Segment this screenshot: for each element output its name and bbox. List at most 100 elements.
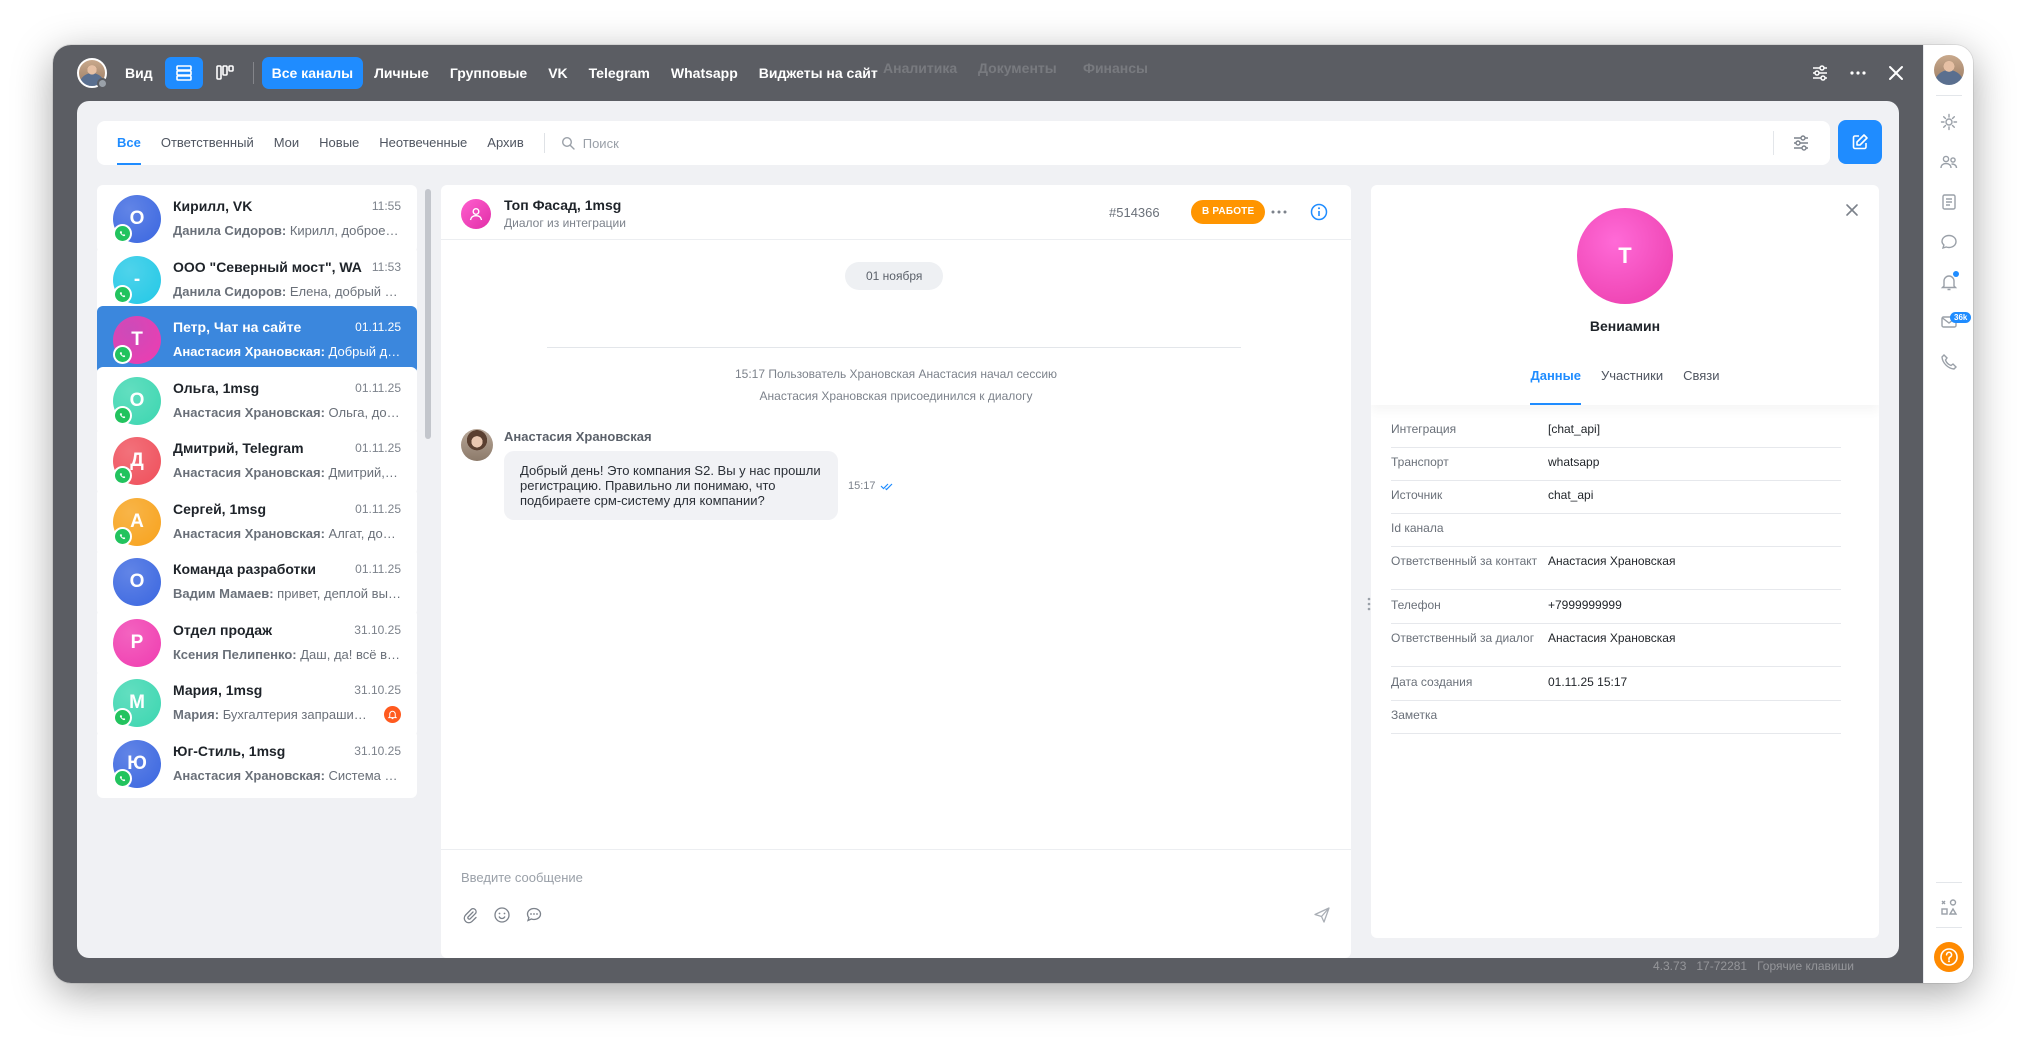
- user-avatar[interactable]: [77, 58, 108, 89]
- users-icon[interactable]: [1939, 152, 1959, 172]
- gear-icon[interactable]: [1939, 112, 1959, 132]
- contact-field-row[interactable]: Заметка: [1391, 708, 1841, 734]
- conversation-subtitle: Диалог из интеграции: [504, 216, 626, 230]
- quick-reply-icon[interactable]: [525, 906, 543, 924]
- chat-list-item[interactable]: - ООО "Северный мост", WA 11:53 Данила Сидо…: [97, 245, 417, 314]
- chat-icon[interactable]: [1939, 232, 1959, 252]
- chat-list-item[interactable]: Р Отдел продаж 31.10.25 Ксения Пелипенко: Д…: [97, 608, 417, 677]
- help-button[interactable]: [1934, 942, 1964, 972]
- chat-name: Петр, Чат на сайте: [173, 319, 302, 335]
- new-dialog-button[interactable]: [1838, 120, 1882, 164]
- info-icon[interactable]: [1309, 202, 1329, 222]
- contact-field-row[interactable]: Интеграция [chat_api]: [1391, 422, 1841, 448]
- field-value: +7999999999: [1548, 598, 1622, 612]
- chat-list-item[interactable]: О Команда разработки 01.11.25 Вадим Мамаев:…: [97, 548, 417, 616]
- chat-panel: Все Ответственный Мои Новые Неотвеченные…: [77, 101, 1899, 958]
- attach-icon[interactable]: [461, 906, 479, 924]
- filter-tab-mine[interactable]: Мои: [274, 121, 299, 165]
- tab-group[interactable]: Групповые: [440, 57, 537, 89]
- divider: [1773, 131, 1774, 155]
- chat-preview-author: Данила Сидоров:: [173, 223, 287, 238]
- contact-field-row[interactable]: Ответственный за диалог Анастасия Храновс…: [1391, 631, 1841, 667]
- chat-list-item[interactable]: М Мария, 1msg 31.10.25 Мария: Бухгалтерия з…: [97, 669, 417, 737]
- chat-list-item[interactable]: Ю Юг-Стиль, 1msg 31.10.25 Анастасия Храновс…: [97, 729, 417, 798]
- message-author-avatar: [461, 429, 493, 461]
- chat-preview: Ксения Пелипенко: Даш, да! всё в порядке: [173, 647, 401, 662]
- tab-participants[interactable]: Участники: [1601, 367, 1663, 405]
- document-icon[interactable]: [1939, 192, 1959, 212]
- apps-icon[interactable]: [1939, 897, 1959, 917]
- contact-field-row[interactable]: Источник chat_api: [1391, 488, 1841, 514]
- chat-preview-text: Система приняла: [328, 767, 401, 783]
- whatsapp-icon: [113, 345, 132, 364]
- chat-preview-text: Добрый день: [324, 344, 401, 359]
- tab-site-widgets[interactable]: Виджеты на сайт: [749, 57, 888, 89]
- divider: [1936, 927, 1962, 928]
- contact-field-row[interactable]: Ответственный за контакт Анастасия Хранов…: [1391, 554, 1841, 590]
- chat-list-item[interactable]: О Ольга, 1msg 01.11.25 Анастасия Храновская…: [97, 366, 417, 435]
- tab-links[interactable]: Связи: [1683, 367, 1719, 405]
- chat-list-item[interactable]: Т Петр, Чат на сайте 01.11.25 Анастасия Хра…: [97, 306, 417, 374]
- chat-list-scrollbar[interactable]: [425, 189, 431, 439]
- dialog-id: #514366: [1109, 205, 1160, 220]
- more-button[interactable]: [1839, 54, 1877, 92]
- field-label: Источник: [1391, 488, 1443, 502]
- field-value: whatsapp: [1548, 455, 1600, 469]
- chat-list-item[interactable]: О Кирилл, VK 11:55 Данила Сидоров: Кирилл, …: [97, 185, 417, 253]
- build-text: 17-72281: [1696, 959, 1748, 973]
- tab-telegram[interactable]: Telegram: [579, 57, 660, 89]
- status-badge[interactable]: В РАБОТЕ: [1191, 200, 1266, 224]
- whatsapp-icon: [113, 224, 132, 243]
- message-composer: Введите сообщение: [441, 849, 1351, 958]
- kanban-view-button[interactable]: [207, 57, 245, 89]
- whatsapp-icon: [113, 405, 132, 425]
- chat-list-item[interactable]: А Сергей, 1msg 01.11.25 Анастасия Храновска…: [97, 487, 417, 556]
- double-check-icon: [880, 483, 892, 491]
- tab-data[interactable]: Данные: [1530, 367, 1581, 405]
- list-view-button[interactable]: [164, 57, 203, 89]
- chat-name: Ольга, 1msg: [173, 379, 260, 396]
- filter-tab-responsible[interactable]: Ответственный: [161, 121, 254, 165]
- status-indicator: [97, 78, 108, 89]
- filter-sliders-icon[interactable]: [1792, 134, 1810, 152]
- chat-preview-author: Мария:: [173, 707, 220, 722]
- message-input[interactable]: Введите сообщение: [461, 870, 583, 885]
- filter-tab-all[interactable]: Все: [117, 121, 141, 165]
- chat-preview-author: Вадим Мамаев:: [173, 586, 274, 601]
- chat-time: 01.11.25: [355, 501, 401, 516]
- chat-name: Юг-Стиль, 1msg: [173, 742, 286, 759]
- close-button[interactable]: [1877, 54, 1915, 92]
- chat-preview-text: Алгат, добрый день: [328, 525, 401, 541]
- rail-user-avatar[interactable]: [1934, 55, 1964, 85]
- tab-whatsapp[interactable]: Whatsapp: [661, 57, 748, 89]
- phone-icon[interactable]: [1939, 352, 1959, 372]
- contact-field-row[interactable]: Телефон +7999999999: [1391, 598, 1841, 624]
- field-value: Анастасия Храновская: [1548, 631, 1676, 645]
- filter-tab-unanswered[interactable]: Неотвеченные: [379, 121, 467, 165]
- message-time-text: 15:17: [848, 480, 876, 492]
- search-input[interactable]: Поиск: [561, 136, 619, 151]
- settings-sliders-button[interactable]: [1801, 54, 1839, 92]
- chat-name: Отдел продаж: [173, 621, 272, 638]
- send-icon[interactable]: [1313, 906, 1331, 924]
- contact-field-row[interactable]: Id канала: [1391, 521, 1841, 547]
- divider: [1936, 95, 1962, 96]
- chat-preview: Мария: Бухгалтерия запрашивает: [173, 707, 373, 722]
- more-dots-icon[interactable]: [1269, 202, 1289, 222]
- contact-field-row[interactable]: Дата создания 01.11.25 15:17: [1391, 675, 1841, 701]
- tab-vk[interactable]: VK: [538, 57, 577, 89]
- field-label: Дата создания: [1391, 675, 1473, 689]
- emoji-icon[interactable]: [493, 906, 511, 924]
- close-icon[interactable]: [1845, 203, 1859, 217]
- date-separator: 01 ноября: [845, 262, 944, 290]
- filter-tab-new[interactable]: Новые: [319, 121, 359, 165]
- tab-all-channels[interactable]: Все каналы: [261, 57, 364, 89]
- chat-list-item[interactable]: Д Дмитрий, Telegram 01.11.25 Анастасия Хран…: [97, 427, 417, 495]
- tab-personal[interactable]: Личные: [364, 57, 439, 89]
- hotkeys-link[interactable]: Горячие клавиши: [1757, 959, 1854, 973]
- list-view-icon: [175, 65, 192, 81]
- filter-tab-archive[interactable]: Архив: [487, 121, 523, 165]
- contact-field-row[interactable]: Транспорт whatsapp: [1391, 455, 1841, 481]
- chat-preview-author: Анастасия Храновская:: [173, 404, 325, 420]
- chat-preview-author: Анастасия Храновская:: [173, 465, 325, 480]
